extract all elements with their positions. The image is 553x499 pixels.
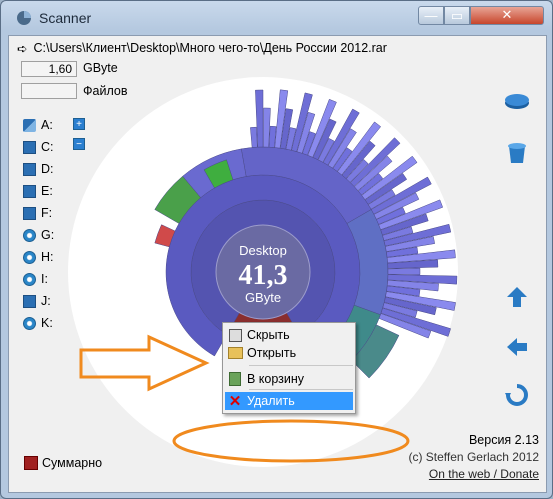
- menu-item-recycle[interactable]: В корзину: [225, 370, 353, 388]
- context-menu: Скрыть Открыть В корзину ✕ Удалить: [222, 322, 356, 414]
- menu-item-label: В корзину: [247, 372, 305, 386]
- center-unit: GByte: [245, 290, 281, 305]
- hide-icon: [227, 327, 243, 343]
- menu-item-label: Открыть: [247, 346, 297, 360]
- sunburst-segment[interactable]: [387, 267, 421, 275]
- scanner-window: Scanner — ▭ ✕ ➪ C:\Users\Клиент\Desktop\…: [0, 0, 553, 499]
- delete-icon: ✕: [228, 393, 242, 410]
- menu-separator: [249, 389, 353, 390]
- menu-item-label: Удалить: [247, 394, 295, 408]
- menu-separator: [249, 365, 353, 366]
- menu-item-hide[interactable]: Скрыть: [225, 326, 353, 344]
- sunburst-chart[interactable]: Desktop 41,3 GByte: [1, 1, 552, 498]
- center-size: 41,3: [239, 260, 288, 291]
- recycle-bin-icon: [227, 371, 243, 387]
- menu-item-label: Скрыть: [247, 328, 290, 342]
- menu-item-delete[interactable]: ✕ Удалить: [225, 392, 353, 410]
- folder-open-icon: [227, 345, 243, 361]
- menu-item-open[interactable]: Открыть: [225, 344, 353, 362]
- center-name: Desktop: [239, 243, 287, 258]
